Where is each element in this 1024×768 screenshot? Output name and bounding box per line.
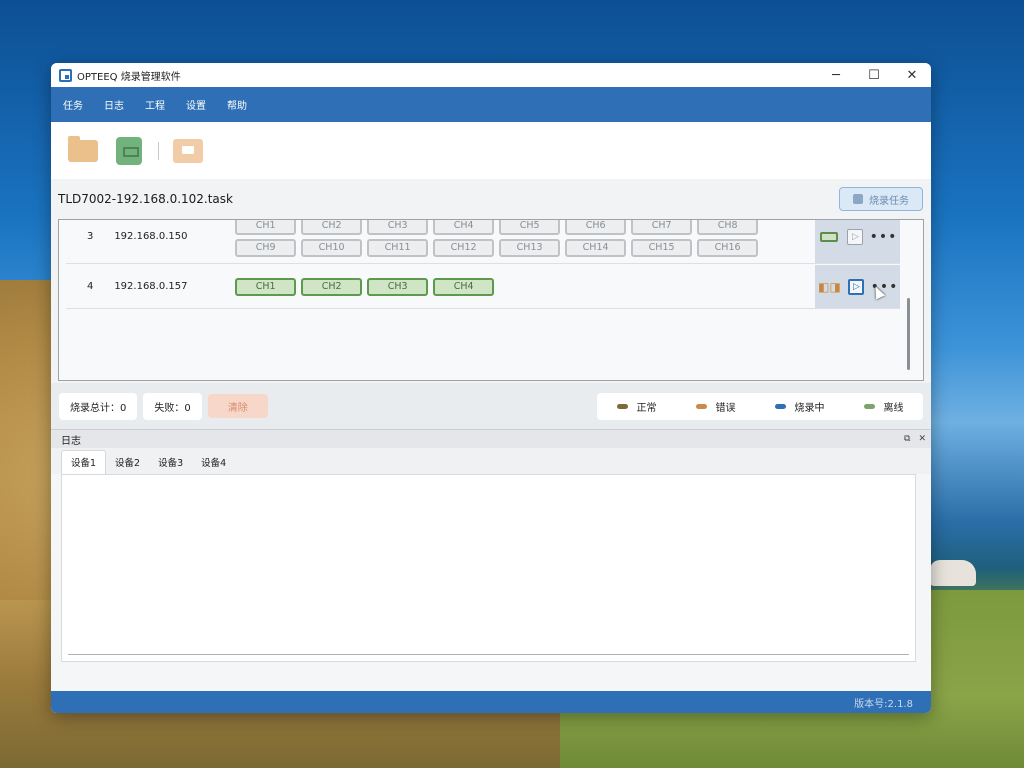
vertical-scrollbar[interactable]	[907, 220, 911, 380]
channel-button[interactable]: CH12	[433, 238, 495, 257]
legend-swatch	[695, 403, 707, 409]
channel-grid: CH1 CH2 CH3 CH4	[235, 277, 815, 296]
log-panel-header: 日志 ⧉ ✕	[51, 430, 931, 448]
toolbar-separator	[158, 141, 159, 160]
channel-grid: CH1 CH2 CH3 CH4 CH5 CH6 CH7 CH8 CH9 CH10…	[235, 220, 815, 257]
maximize-button[interactable]: ☐	[855, 63, 893, 87]
more-icon[interactable]: •••	[870, 229, 897, 245]
device-ip: 192.168.0.150	[114, 231, 188, 242]
menu-project[interactable]: 工程	[136, 97, 177, 112]
play-icon[interactable]: ▷	[847, 228, 864, 245]
channel-button[interactable]: CH15	[631, 238, 693, 257]
burn-total: 烧录总计：0	[59, 392, 138, 420]
menu-log[interactable]: 日志	[95, 97, 136, 112]
legend-burning: 烧录中	[774, 399, 825, 414]
channel-button[interactable]: CH1	[235, 220, 297, 235]
close-icon[interactable]: ✕	[918, 434, 926, 444]
minimize-button[interactable]: ─	[817, 63, 855, 87]
channel-button[interactable]: CH1	[235, 277, 297, 296]
menu-bar: 任务 日志 工程 设置 帮助	[51, 87, 931, 122]
log-content[interactable]	[61, 474, 916, 662]
window-title: OPTEEQ 烧录管理软件	[77, 71, 181, 83]
footer-bar: 版本号:2.1.8	[51, 691, 931, 713]
channel-button[interactable]: CH2	[301, 277, 363, 296]
channel-button[interactable]: CH14	[565, 238, 627, 257]
clear-button[interactable]: 清除	[207, 394, 268, 418]
channel-button[interactable]: CH9	[235, 238, 297, 257]
log-tabs: 设备1 设备2 设备3 设备4	[51, 448, 931, 474]
export-icon	[173, 138, 203, 163]
log-panel-title: 日志	[61, 435, 81, 447]
legend-normal: 正常	[616, 399, 657, 414]
status-legend: 正常 错误 烧录中 离线	[597, 392, 923, 420]
burn-task-label: 烧录任务	[869, 195, 909, 207]
channel-button[interactable]: CH10	[301, 238, 363, 257]
status-bar: 烧录总计：0 失败：0 清除 正常 错误 烧录中 离线	[51, 383, 931, 429]
close-button[interactable]: ✕	[893, 63, 931, 87]
export-button[interactable]	[171, 134, 205, 168]
toolbar	[51, 122, 931, 179]
scrollbar-thumb[interactable]	[907, 298, 910, 370]
log-panel: 日志 ⧉ ✕ 设备1 设备2 设备3 设备4	[51, 429, 931, 691]
device-actions: ◧◨ ▷ •••	[814, 265, 900, 308]
log-divider	[68, 654, 909, 655]
channel-button[interactable]: CH16	[697, 238, 759, 257]
device-list-area: 3 192.168.0.150 CH1 CH2 CH3 CH4 CH5 CH6 …	[51, 219, 931, 383]
split-icon[interactable]: ◧◨	[818, 280, 841, 294]
device-status-icon[interactable]	[820, 231, 839, 242]
chip-button[interactable]	[112, 134, 146, 168]
legend-offline: 离线	[863, 399, 904, 414]
channel-button[interactable]: CH3	[367, 277, 429, 296]
legend-label: 正常	[636, 402, 657, 414]
channel-button[interactable]: CH3	[367, 220, 429, 235]
burn-task-button[interactable]: 烧录任务	[839, 187, 923, 211]
legend-label: 烧录中	[794, 402, 825, 414]
channel-button[interactable]: CH4	[433, 220, 495, 235]
legend-swatch	[863, 403, 875, 409]
tab-device4[interactable]: 设备4	[192, 451, 235, 474]
device-index: 4	[86, 281, 94, 292]
device-index: 3	[86, 231, 94, 242]
title-bar[interactable]: OPTEEQ 烧录管理软件 ─ ☐ ✕	[51, 63, 931, 87]
chip-icon	[116, 136, 142, 165]
app-logo-icon	[59, 68, 72, 82]
task-icon	[853, 194, 863, 204]
task-file-name: TLD7002-192.168.0.102.task	[58, 192, 233, 206]
device-actions: ▷ •••	[814, 220, 900, 263]
channel-button[interactable]: CH11	[367, 238, 429, 257]
play-icon[interactable]: ▷	[848, 278, 865, 295]
open-folder-button[interactable]	[66, 134, 100, 168]
menu-settings[interactable]: 设置	[177, 97, 218, 112]
device-list: 3 192.168.0.150 CH1 CH2 CH3 CH4 CH5 CH6 …	[58, 219, 924, 381]
float-icon[interactable]: ⧉	[904, 434, 910, 444]
tab-device2[interactable]: 设备2	[106, 451, 149, 474]
version-label: 版本号:2.1.8	[854, 698, 913, 710]
device-row[interactable]: 4 192.168.0.157 CH1 CH2 CH3 CH4 ◧◨ ▷ •••	[66, 265, 900, 309]
menu-help[interactable]: 帮助	[218, 97, 259, 112]
device-row[interactable]: 3 192.168.0.150 CH1 CH2 CH3 CH4 CH5 CH6 …	[66, 220, 900, 264]
task-header: TLD7002-192.168.0.102.task 烧录任务	[51, 179, 931, 219]
tab-device1[interactable]: 设备1	[61, 450, 107, 474]
legend-error: 错误	[695, 399, 736, 414]
legend-label: 离线	[883, 402, 904, 414]
menu-task[interactable]: 任务	[54, 97, 95, 112]
app-window: OPTEEQ 烧录管理软件 ─ ☐ ✕ 任务 日志 工程 设置 帮助 TLD70…	[51, 63, 931, 713]
channel-button[interactable]: CH4	[433, 277, 495, 296]
folder-open-icon	[68, 135, 98, 162]
legend-swatch	[774, 403, 786, 409]
legend-swatch	[616, 403, 628, 409]
channel-button[interactable]: CH6	[565, 220, 627, 235]
channel-button[interactable]: CH2	[301, 220, 363, 235]
channel-button[interactable]: CH13	[499, 238, 561, 257]
legend-label: 错误	[715, 402, 736, 414]
fail-count: 失败：0	[143, 392, 202, 420]
channel-button[interactable]: CH5	[499, 220, 561, 235]
channel-button[interactable]: CH8	[697, 220, 759, 235]
channel-button[interactable]: CH7	[631, 220, 693, 235]
desktop-background-rock	[930, 560, 976, 586]
device-ip: 192.168.0.157	[114, 281, 188, 292]
tab-device3[interactable]: 设备3	[149, 451, 192, 474]
